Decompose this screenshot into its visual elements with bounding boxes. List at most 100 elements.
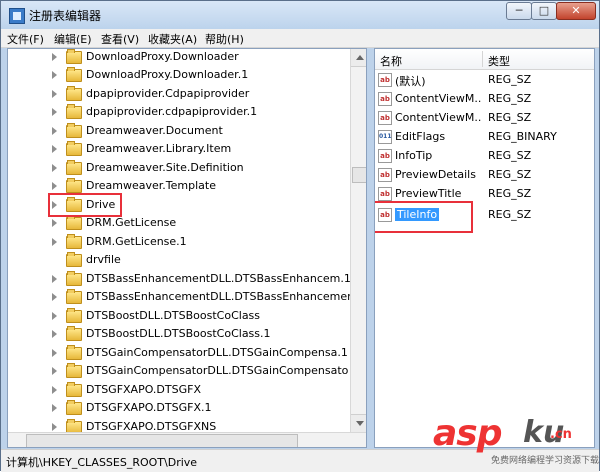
menu-edit[interactable]: 编辑(E) — [54, 31, 92, 47]
value-name: InfoTip — [395, 149, 433, 162]
folder-icon — [66, 141, 82, 156]
vertical-scroll-thumb[interactable] — [352, 167, 366, 183]
tree-item[interactable]: DRM.GetLicense — [8, 215, 348, 233]
expand-arrow-icon[interactable] — [52, 238, 57, 246]
menu-file[interactable]: 文件(F) — [7, 31, 44, 47]
column-divider[interactable] — [482, 51, 483, 67]
tree-item[interactable]: DTSGainCompensatorDLL.DTSGainCompensa.1 — [8, 345, 348, 363]
expand-arrow-icon[interactable] — [52, 367, 57, 375]
expand-arrow-icon[interactable] — [52, 330, 57, 338]
arrow-down-icon — [356, 421, 364, 426]
folder-icon — [66, 104, 82, 119]
list-item[interactable]: 011 EditFlags REG_BINARY — [375, 128, 594, 147]
key-tree-pane[interactable]: DownloadProxy.Downloader DownloadProxy.D… — [7, 48, 367, 448]
folder-icon — [66, 178, 82, 193]
expand-arrow-icon[interactable] — [52, 145, 57, 153]
tree-item-label: dpapiprovider.cdpapiprovider.1 — [86, 105, 258, 118]
values-list-pane[interactable]: 名称 类型 ab (默认) REG_SZ ab ContentViewM... REG_… — [374, 48, 595, 448]
tree-horizontal-scrollbar[interactable] — [8, 432, 366, 447]
value-name: (默认) — [395, 75, 426, 88]
value-type: REG_BINARY — [488, 130, 557, 143]
expand-arrow-icon[interactable] — [52, 127, 57, 135]
tree-item[interactable]: DTSGFXAPO.DTSGFX.1 — [8, 400, 348, 418]
tree-item-label: DRM.GetLicense.1 — [86, 235, 187, 248]
tree-item[interactable]: DTSBoostDLL.DTSBoostCoClass.1 — [8, 326, 348, 344]
column-header-type[interactable]: 类型 — [488, 53, 510, 69]
tree-item[interactable]: Dreamweaver.Document — [8, 123, 348, 141]
list-item[interactable]: ab ContentViewM... REG_SZ — [375, 109, 594, 128]
expand-arrow-icon[interactable] — [52, 423, 57, 431]
string-value-icon: ab — [378, 187, 392, 201]
drive-highlight-box — [48, 193, 122, 217]
watermark-cn: .cn — [550, 427, 572, 442]
expand-arrow-icon[interactable] — [52, 182, 57, 190]
expand-arrow-icon[interactable] — [52, 386, 57, 394]
list-item[interactable]: ab (默认) REG_SZ — [375, 71, 594, 90]
tree-item-label: DRM.GetLicense — [86, 216, 177, 229]
folder-icon — [66, 234, 82, 249]
tree-item-label: DownloadProxy.Downloader.1 — [86, 68, 249, 81]
expand-arrow-icon[interactable] — [52, 164, 57, 172]
tree-vertical-scrollbar[interactable] — [350, 49, 366, 432]
minimize-button[interactable]: ─ — [506, 2, 532, 20]
tree-item[interactable]: dpapiprovider.cdpapiprovider.1 — [8, 104, 348, 122]
expand-arrow-icon[interactable] — [52, 404, 57, 412]
tree-item[interactable]: DTSBassEnhancementDLL.DTSBassEnhancemen — [8, 289, 354, 307]
list-item[interactable]: ab ContentViewM... REG_SZ — [375, 90, 594, 109]
expand-arrow-icon[interactable] — [52, 53, 57, 61]
value-name: PreviewDetails — [395, 168, 476, 181]
expand-arrow-icon[interactable] — [52, 90, 57, 98]
scroll-down-button[interactable] — [351, 414, 366, 432]
expand-arrow-icon[interactable] — [52, 108, 57, 116]
tree-item-label: DTSGFXAPO.DTSGFX.1 — [86, 401, 212, 414]
value-type: REG_SZ — [488, 111, 532, 124]
tree-item-label: Dreamweaver.Library.Item — [86, 142, 232, 155]
folder-icon — [66, 49, 82, 64]
list-item[interactable]: ab InfoTip REG_SZ — [375, 147, 594, 166]
tree-item[interactable]: Dreamweaver.Site.Definition — [8, 160, 348, 178]
column-header-name[interactable]: 名称 — [380, 53, 402, 69]
registry-app-icon — [9, 8, 25, 24]
tileinfo-highlight-box — [375, 201, 473, 233]
tree-item[interactable]: DownloadProxy.Downloader.1 — [8, 67, 348, 85]
value-type: REG_SZ — [488, 208, 532, 221]
maximize-button[interactable]: □ — [531, 2, 557, 20]
tree-item-label: DownloadProxy.Downloader — [86, 50, 239, 63]
expand-arrow-icon[interactable] — [52, 293, 57, 301]
expand-arrow-icon[interactable] — [52, 275, 57, 283]
binary-value-icon: 011 — [378, 130, 392, 144]
tree-item[interactable]: DTSGFXAPO.DTSGFX — [8, 382, 348, 400]
string-value-icon: ab — [378, 168, 392, 182]
expand-arrow-icon[interactable] — [52, 71, 57, 79]
tree-item[interactable]: DTSBoostDLL.DTSBoostCoClass — [8, 308, 348, 326]
value-name: ContentViewM... — [395, 111, 481, 124]
folder-icon — [66, 345, 82, 360]
menu-help[interactable]: 帮助(H) — [205, 31, 244, 47]
expand-arrow-icon[interactable] — [52, 349, 57, 357]
title-bar[interactable]: 注册表编辑器 ─ □ ✕ — [1, 1, 599, 29]
tree-item[interactable]: drvfile — [8, 252, 348, 270]
expand-arrow-icon[interactable] — [52, 219, 57, 227]
tree-item[interactable]: dpapiprovider.Cdpapiprovider — [8, 86, 348, 104]
menu-view[interactable]: 查看(V) — [101, 31, 139, 47]
expand-arrow-icon[interactable] — [52, 312, 57, 320]
tree-item[interactable]: DTSBassEnhancementDLL.DTSBassEnhancem.1 — [8, 271, 351, 289]
watermark-asp: asp — [433, 413, 502, 454]
value-name: ContentViewM... — [395, 92, 481, 105]
tree-item[interactable]: Dreamweaver.Library.Item — [8, 141, 348, 159]
folder-icon — [66, 271, 82, 286]
folder-icon — [66, 160, 82, 175]
folder-icon — [66, 215, 82, 230]
close-button[interactable]: ✕ — [556, 2, 596, 20]
scroll-up-button[interactable] — [351, 49, 366, 67]
tree-item[interactable]: DTSGainCompensatorDLL.DTSGainCompensato — [8, 363, 348, 381]
tree-item[interactable]: DownloadProxy.Downloader — [8, 49, 348, 67]
folder-icon — [66, 308, 82, 323]
menu-favorites[interactable]: 收藏夹(A) — [148, 31, 197, 47]
arrow-up-icon — [356, 55, 364, 60]
list-item[interactable]: ab PreviewDetails REG_SZ — [375, 166, 594, 185]
tree-item[interactable]: DRM.GetLicense.1 — [8, 234, 348, 252]
watermark-subtitle: 免费网络编程学习资源下载站 — [491, 456, 600, 466]
horizontal-scroll-thumb[interactable] — [26, 434, 298, 447]
folder-icon — [66, 123, 82, 138]
